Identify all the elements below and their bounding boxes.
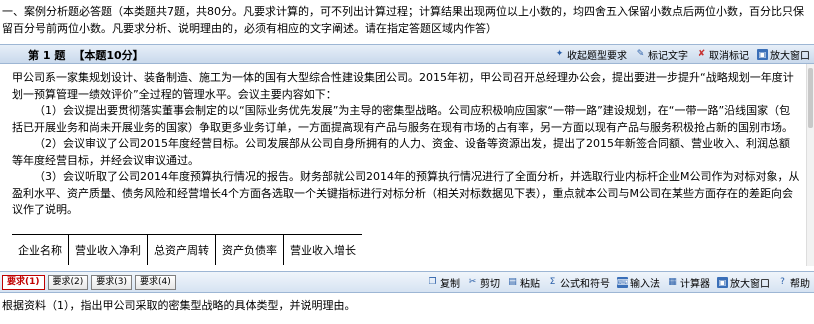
copy-label: 复制 — [440, 279, 460, 290]
mark-text-button[interactable]: ✎ 标记文字 — [635, 47, 688, 62]
question-number: 第 1 题 — [28, 49, 66, 62]
table-header-row: 企业名称 营业收入净利 总资产周转 资产负债率 营业收入增长 — [12, 234, 362, 265]
benchmark-table: 企业名称 营业收入净利 总资产周转 资产负债率 营业收入增长 — [12, 234, 362, 265]
copy-icon: ❐ — [428, 277, 437, 287]
calculator-label: 计算器 — [680, 279, 710, 290]
input-method-icon: ⌨ — [617, 277, 629, 288]
formula-button[interactable]: Σ 公式和符号 — [547, 275, 610, 290]
case-paragraph-2: （2）会议审议了公司2015年度经营目标。公司发展部从公司自身所拥有的人力、资金… — [12, 137, 790, 167]
input-method-button[interactable]: ⌨ 输入法 — [617, 275, 660, 290]
paste-icon: ▤ — [508, 277, 517, 287]
requirement-prompt: 根据资料（1），指出甲公司采取的密集型战略的具体类型，并说明理由。 — [2, 299, 356, 312]
requirement-tabs: 要求(1) 要求(2) 要求(3) 要求(4) — [2, 275, 176, 290]
maximize-editor-label: 放大窗口 — [730, 279, 770, 290]
help-label: 帮助 — [790, 279, 810, 290]
cancel-icon: ✘ — [697, 49, 706, 59]
scrollbar-thumb[interactable] — [808, 68, 813, 128]
question-header-bar: 第 1 题【本题10分】 ✦ 收起题型要求 ✎ 标记文字 ✘ 取消标记 ▣ 放大窗口 — [0, 44, 814, 64]
calculator-button[interactable]: ▦ 计算器 — [667, 275, 710, 290]
collapse-requirements-label: 收起题型要求 — [567, 51, 627, 62]
case-paragraph-1: （1）会议提出要贯彻落实董事会制定的以“国际业务优先发展”为主导的密集型战略。公… — [12, 104, 793, 134]
copy-button[interactable]: ❐ 复制 — [427, 275, 460, 290]
paste-label: 粘贴 — [520, 279, 540, 290]
requirement-tabs-bar: 要求(1) 要求(2) 要求(3) 要求(4) ❐ 复制 ✂ 剪切 ▤ 粘贴 Σ 公式和… — [0, 271, 814, 293]
formula-label: 公式和符号 — [560, 279, 610, 290]
mark-text-label: 标记文字 — [648, 51, 688, 62]
cancel-mark-label: 取消标记 — [709, 51, 749, 62]
tab-requirement-1[interactable]: 要求(1) — [2, 275, 45, 290]
help-button[interactable]: ? 帮助 — [777, 275, 810, 290]
mark-icon: ✎ — [636, 49, 645, 59]
cut-button[interactable]: ✂ 剪切 — [467, 275, 500, 290]
section-instructions: 一、案例分析题必答题（本类题共7题，共80分。凡要求计算的，可不列出计算过程；计… — [2, 5, 804, 35]
case-paragraph-intro: 甲公司系一家集规划设计、装备制造、施工为一体的国有大型综合性建设集团公司。201… — [12, 71, 794, 101]
formula-icon: Σ — [549, 277, 556, 287]
table-header-cell: 总资产周转 — [147, 234, 216, 265]
maximize-editor-button[interactable]: ▣ 放大窗口 — [717, 275, 770, 290]
table-header-cell: 企业名称 — [12, 234, 69, 265]
maximize-icon: ▣ — [717, 277, 728, 288]
maximize-window-label: 放大窗口 — [770, 51, 810, 62]
content-scrollbar[interactable] — [806, 64, 814, 266]
editor-toolbar: ❐ 复制 ✂ 剪切 ▤ 粘贴 Σ 公式和符号 ⌨ 输入法 ▦ 计算器 ▣ 放大窗口 ? 帮助 — [427, 275, 810, 290]
maximize-icon: ▣ — [757, 49, 768, 60]
table-header-cell: 营业收入净利 — [68, 234, 148, 265]
collapse-requirements-button[interactable]: ✦ 收起题型要求 — [554, 47, 627, 62]
case-paragraph-3: （3）会议听取了公司2014年度预算执行情况的报告。财务部就公司2014年的预算… — [12, 170, 800, 216]
cut-label: 剪切 — [480, 279, 500, 290]
table-header-cell: 营业收入增长 — [283, 234, 362, 265]
question-toolbar: ✦ 收起题型要求 ✎ 标记文字 ✘ 取消标记 ▣ 放大窗口 — [554, 47, 810, 62]
tab-requirement-4[interactable]: 要求(4) — [135, 275, 176, 290]
input-method-label: 输入法 — [630, 279, 660, 290]
tab-requirement-2[interactable]: 要求(2) — [47, 275, 89, 290]
question-points: 【本题10分】 — [73, 49, 144, 62]
help-icon: ? — [780, 277, 785, 287]
maximize-window-button[interactable]: ▣ 放大窗口 — [757, 47, 810, 62]
cut-icon: ✂ — [468, 277, 477, 287]
calculator-icon: ▦ — [668, 277, 677, 287]
question-content: 甲公司系一家集规划设计、装备制造、施工为一体的国有大型综合性建设集团公司。201… — [0, 64, 806, 266]
tab-requirement-3[interactable]: 要求(3) — [91, 275, 132, 290]
star-icon: ✦ — [555, 49, 564, 59]
table-header-cell: 资产负债率 — [215, 234, 284, 265]
cancel-mark-button[interactable]: ✘ 取消标记 — [696, 47, 749, 62]
paste-button[interactable]: ▤ 粘贴 — [507, 275, 540, 290]
question-title: 第 1 题【本题10分】 — [28, 47, 152, 63]
